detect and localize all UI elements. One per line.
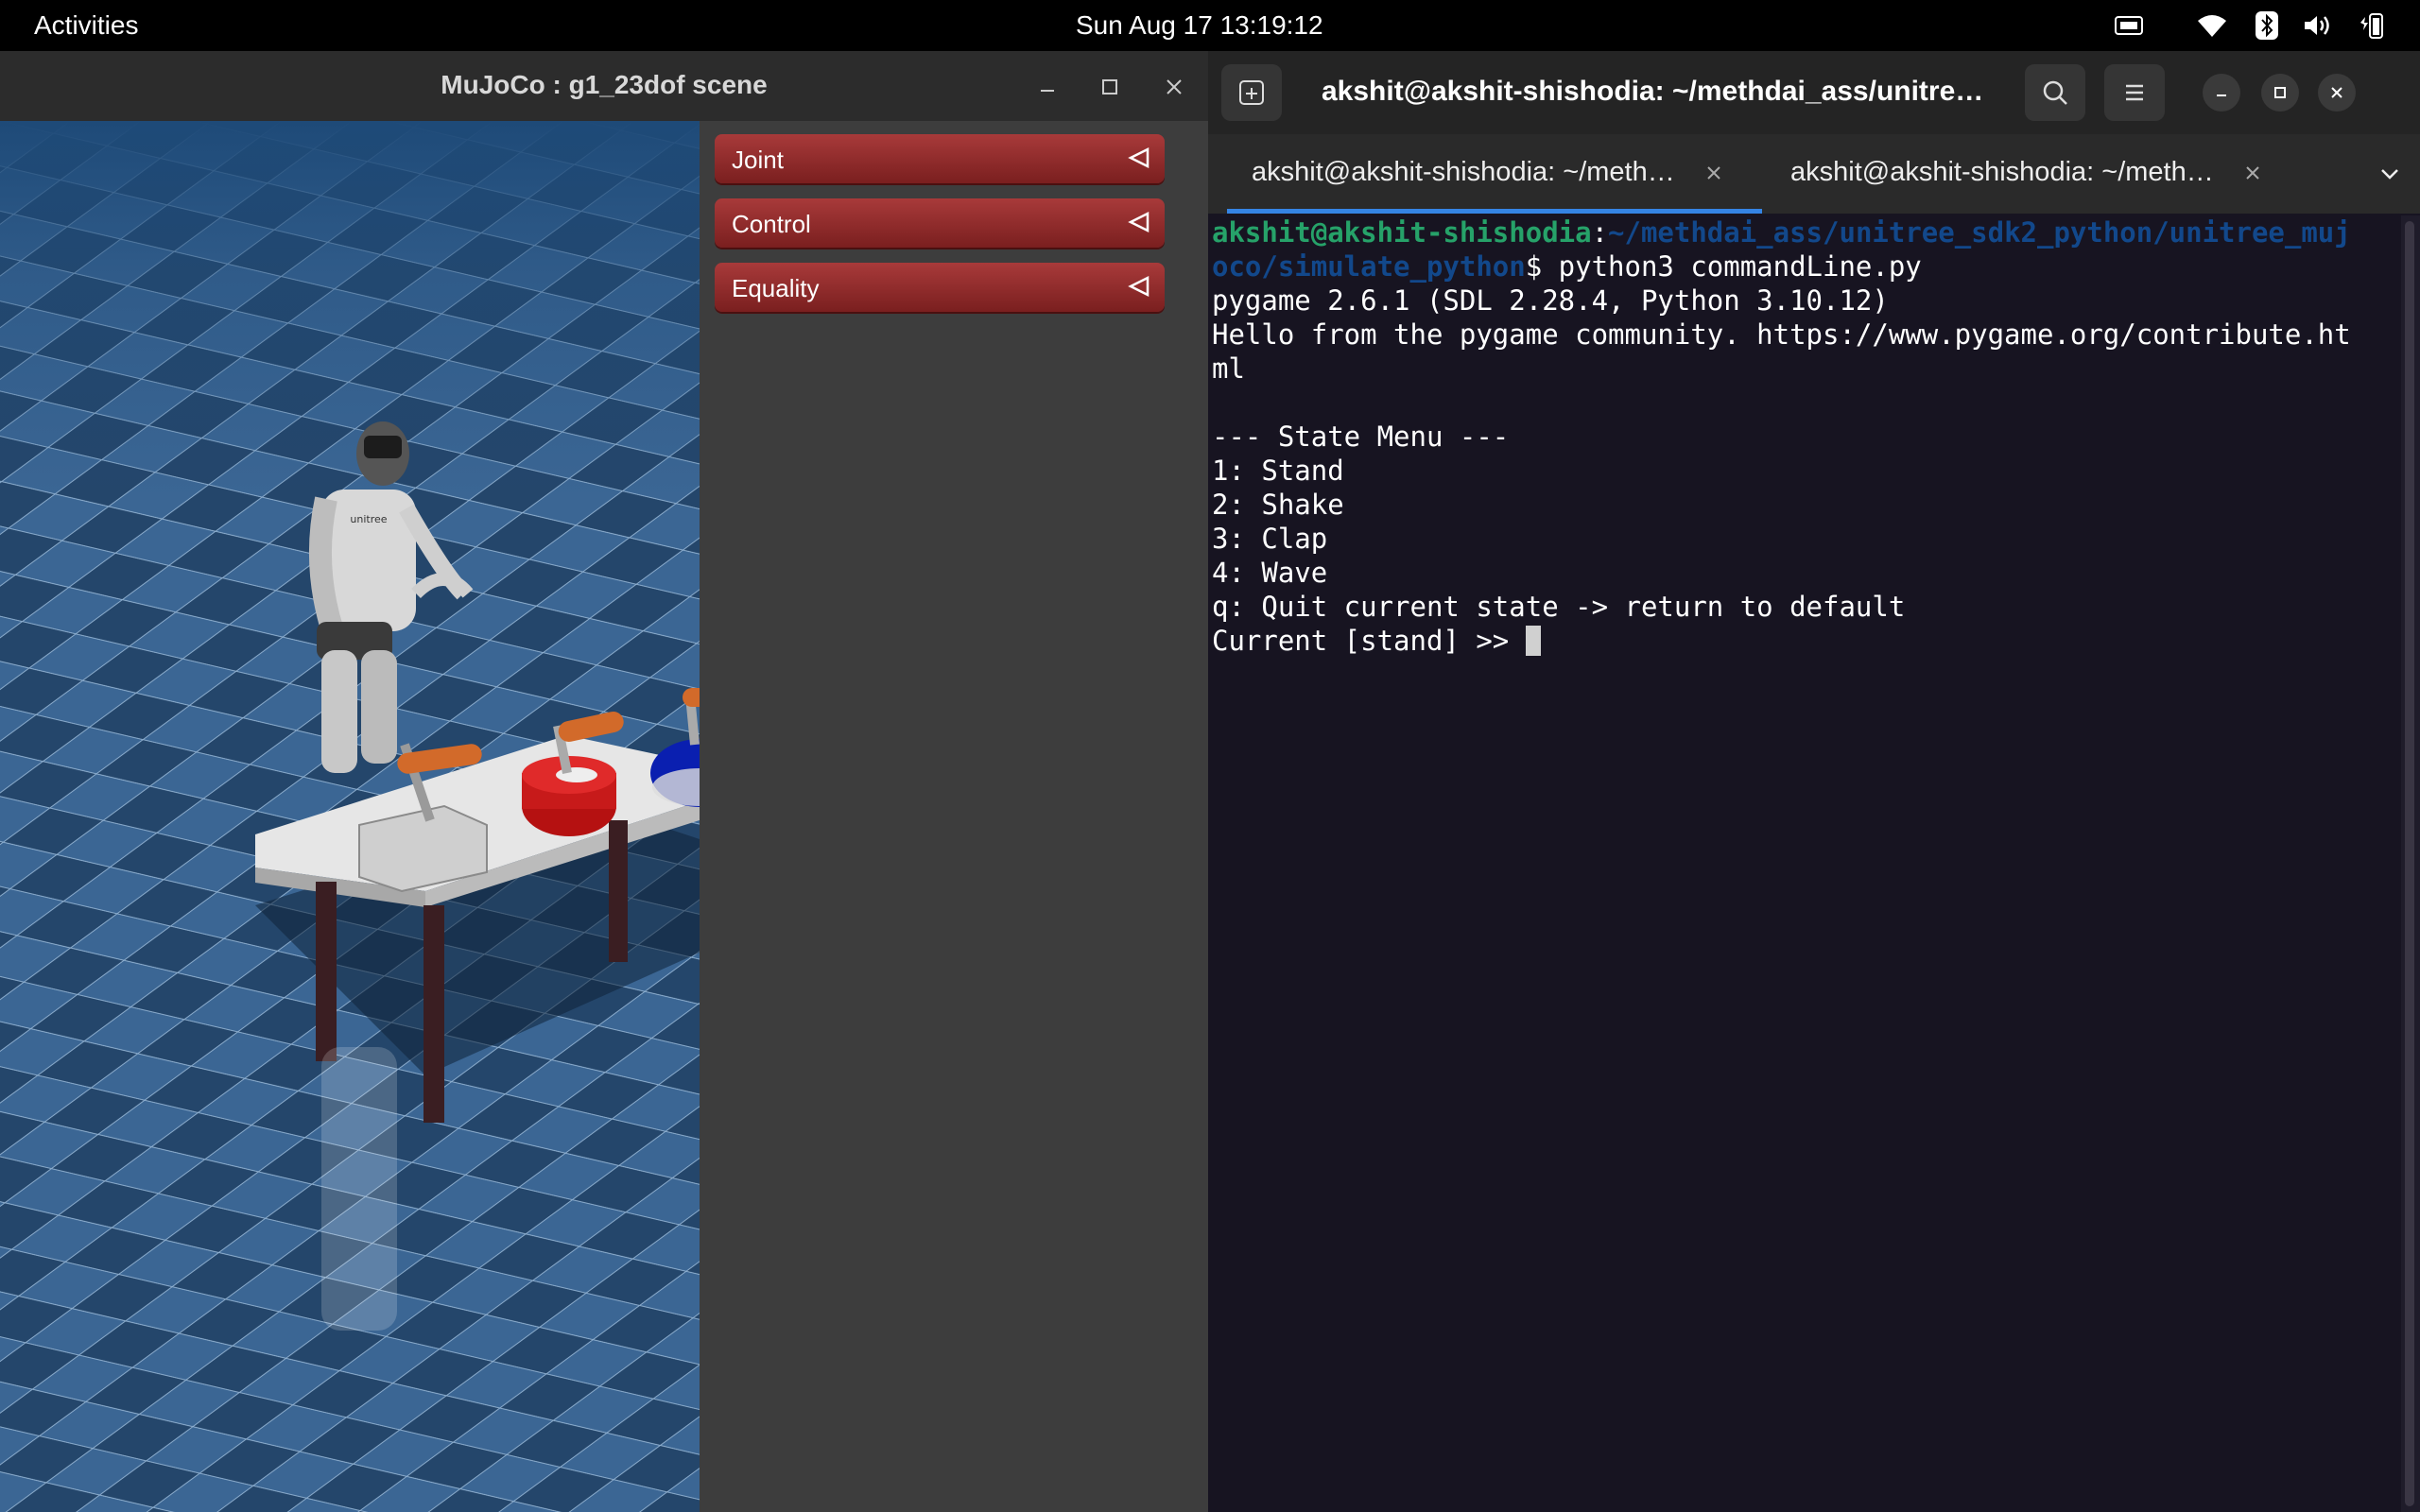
control-menu[interactable]: Control: [715, 198, 1165, 248]
prompt-command: $ python3 commandLine.py: [1525, 250, 1922, 283]
mujoco-titlebar[interactable]: MuJoCo : g1_23dof scene: [0, 51, 1208, 122]
mujoco-window: MuJoCo : g1_23dof scene unitree Joint Co…: [0, 51, 1208, 1512]
close-icon: [2331, 87, 2342, 98]
output-line: ml: [1212, 352, 1245, 385]
svg-text:unitree: unitree: [350, 513, 387, 525]
volume-icon[interactable]: [2301, 11, 2335, 40]
output-line: q: Quit current state -> return to defau…: [1212, 591, 1906, 623]
bluetooth-icon[interactable]: [2250, 11, 2284, 40]
tab-label: akshit@akshit-shishodia: ~/meth…: [1252, 157, 1675, 187]
current-prompt: Current [stand] >>: [1212, 625, 1526, 657]
tab-terminal-2[interactable]: akshit@akshit-shishodia: ~/meth…: [1766, 134, 2295, 214]
text-cursor: [1525, 626, 1541, 656]
hamburger-icon: [2126, 84, 2143, 101]
control-menu-label: Control: [732, 210, 811, 238]
wifi-icon[interactable]: [2195, 11, 2229, 40]
mujoco-window-title: MuJoCo : g1_23dof scene: [441, 70, 768, 99]
joint-menu-label: Joint: [732, 146, 784, 174]
minimize-button[interactable]: [2203, 74, 2240, 112]
terminal-headerbar[interactable]: akshit@akshit-shishodia: ~/methdai_ass/u…: [1208, 51, 2420, 134]
terminal-window: akshit@akshit-shishodia: ~/methdai_ass/u…: [1208, 51, 2420, 1512]
new-tab-button[interactable]: [1221, 64, 1282, 121]
equality-menu[interactable]: Equality: [715, 263, 1165, 312]
battery-icon[interactable]: [2354, 11, 2388, 40]
prompt-line: akshit@akshit-shishodia:~/methdai_ass/un…: [1212, 215, 2403, 249]
output-line: 3: Clap: [1212, 523, 1328, 555]
search-button[interactable]: [2025, 64, 2085, 121]
collapse-arrow-icon[interactable]: [1125, 272, 1153, 301]
output-line: --- State Menu ---: [1212, 421, 1510, 453]
tab-close-icon[interactable]: [2238, 159, 2267, 187]
maximize-icon: [2274, 87, 2286, 98]
new-tab-icon: [1239, 80, 1264, 105]
close-icon[interactable]: [1155, 68, 1193, 106]
menu-button[interactable]: [2104, 64, 2165, 121]
simulation-viewport[interactable]: unitree: [0, 121, 700, 1512]
activities-button[interactable]: Activities: [34, 10, 138, 41]
minimize-icon: [2217, 94, 2226, 96]
collapse-arrow-icon[interactable]: [1125, 208, 1153, 236]
current-prompt-line[interactable]: Current [stand] >>: [1212, 624, 2403, 658]
tab-label: akshit@akshit-shishodia: ~/meth…: [1790, 157, 2214, 187]
equality-menu-label: Equality: [732, 274, 820, 302]
top-bar: Activities Sun Aug 17 13:19:12: [0, 0, 2420, 51]
chevron-down-icon[interactable]: [2369, 153, 2411, 195]
close-button[interactable]: [2318, 74, 2356, 112]
collapse-arrow-icon[interactable]: [1125, 144, 1153, 172]
scrollbar-thumb[interactable]: [2405, 221, 2414, 1506]
terminal-output[interactable]: akshit@akshit-shishodia:~/methdai_ass/un…: [1208, 215, 2403, 1512]
prompt-path: ~/methdai_ass/unitree_sdk2_python/unitre…: [1608, 216, 2351, 249]
output-line: Hello from the pygame community. https:/…: [1212, 318, 2351, 351]
joint-menu[interactable]: Joint: [715, 134, 1165, 183]
active-tab-indicator: [1227, 209, 1762, 214]
search-icon: [2043, 80, 2067, 105]
mujoco-side-panel: Joint Control Equality: [700, 121, 1208, 1512]
tab-close-icon[interactable]: [1700, 159, 1728, 187]
output-line: 4: Wave: [1212, 557, 1328, 589]
prompt-user: akshit@akshit-shishodia: [1212, 216, 1592, 249]
maximize-icon[interactable]: [1091, 68, 1129, 106]
terminal-scrollbar[interactable]: [2401, 215, 2420, 1512]
prompt-separator: :: [1591, 216, 1609, 249]
minimize-icon[interactable]: [1028, 68, 1066, 106]
output-line: pygame 2.6.1 (SDL 2.28.4, Python 3.10.12…: [1212, 284, 1889, 317]
maximize-button[interactable]: [2261, 74, 2299, 112]
tab-terminal-1[interactable]: akshit@akshit-shishodia: ~/meth…: [1227, 134, 1762, 214]
clock[interactable]: Sun Aug 17 13:19:12: [1076, 10, 1323, 41]
prompt-line-wrap: oco/simulate_python$ python3 commandLine…: [1212, 249, 2403, 284]
prompt-path-continued: oco/simulate_python: [1212, 250, 1526, 283]
screen-share-icon[interactable]: [2112, 11, 2146, 40]
terminal-tab-bar: akshit@akshit-shishodia: ~/meth… akshit@…: [1208, 134, 2420, 214]
output-line: 2: Shake: [1212, 489, 1344, 521]
output-line: 1: Stand: [1212, 455, 1344, 487]
